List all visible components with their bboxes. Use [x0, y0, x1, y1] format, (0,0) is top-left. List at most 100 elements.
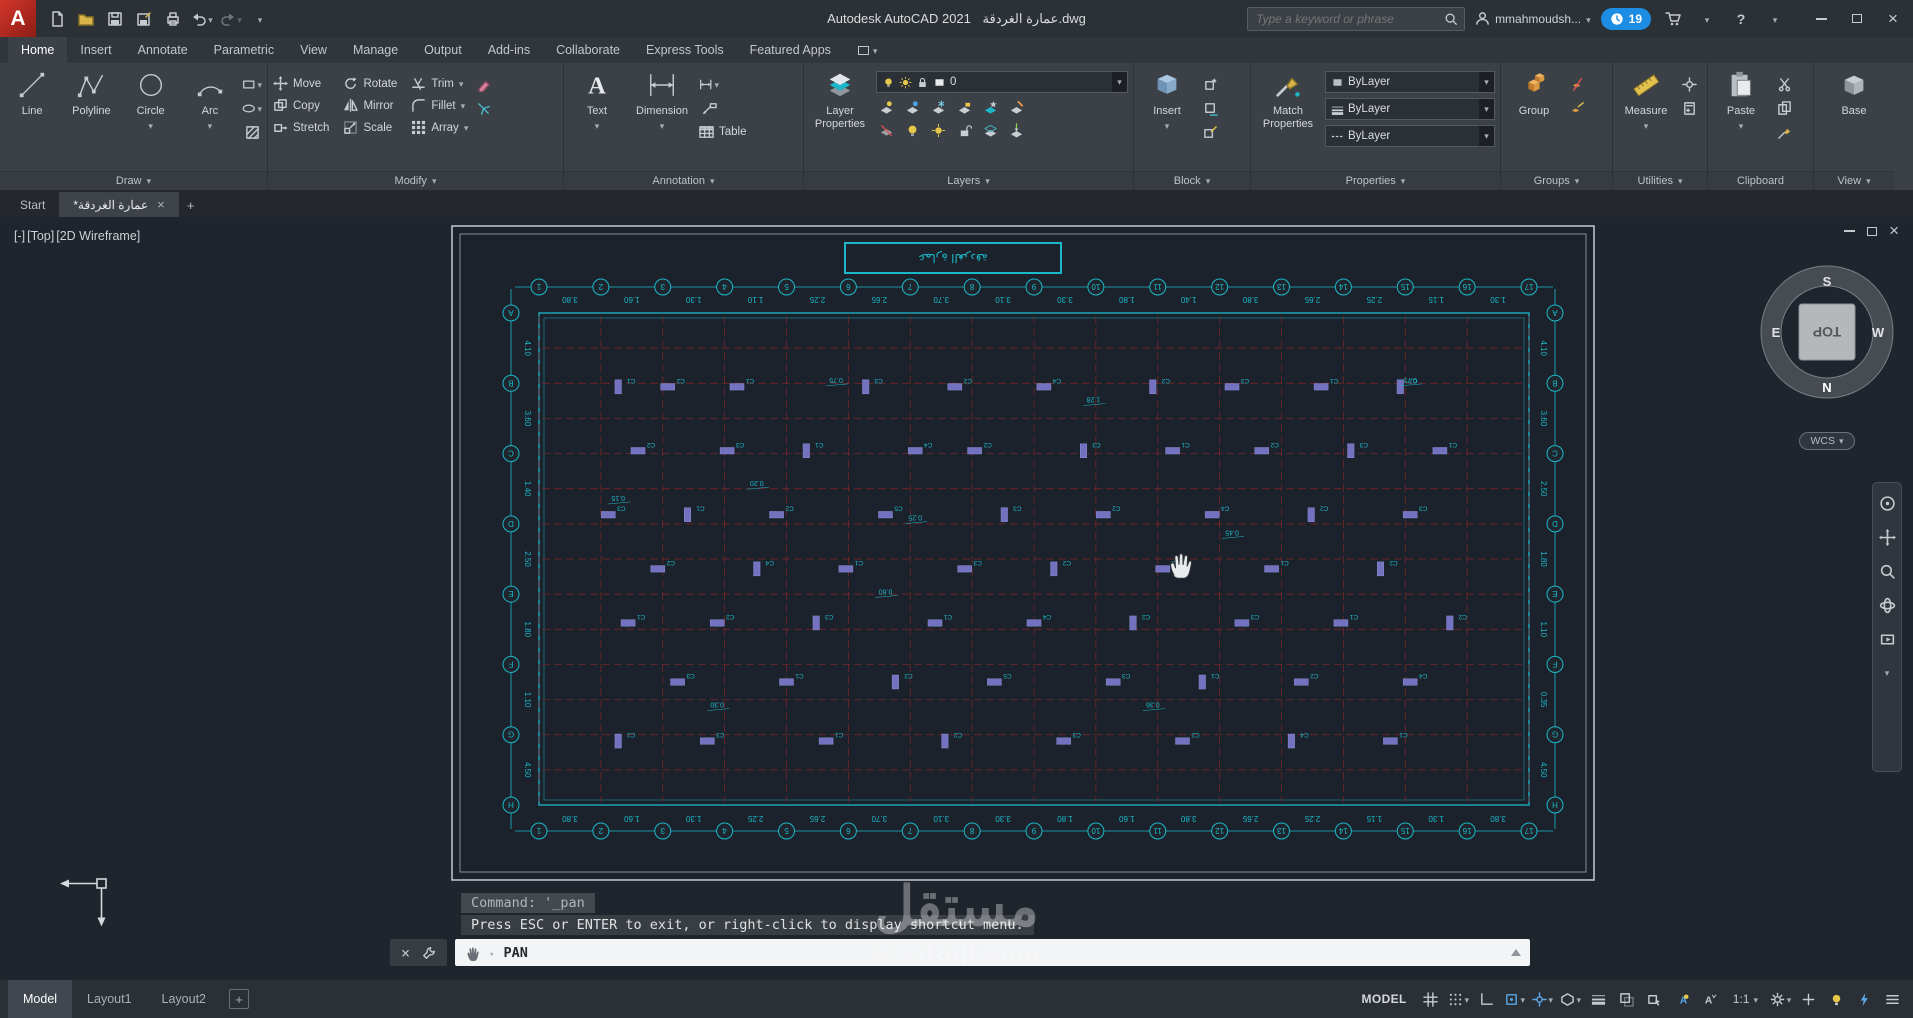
layer-on-icon[interactable]	[902, 121, 922, 139]
visual-style-control[interactable]: [2D Wireframe]	[56, 229, 140, 243]
lineweight-display-icon[interactable]	[1586, 986, 1611, 1013]
zoom-tool-icon[interactable]	[1879, 563, 1896, 580]
isodraft-icon[interactable]	[1558, 986, 1583, 1013]
copy-clip-icon[interactable]	[1774, 99, 1794, 117]
model-space-viewport[interactable]: [-] [Top] [2D Wireframe] عمارة الغردقة11…	[0, 217, 1913, 979]
layer-merge-icon[interactable]	[1006, 121, 1026, 139]
linear-dimension-tool[interactable]	[699, 75, 719, 93]
undo-button[interactable]	[189, 6, 215, 32]
selection-cycling-icon[interactable]	[1642, 986, 1667, 1013]
search-input[interactable]	[1254, 10, 1445, 27]
layer-lock-tool-icon[interactable]	[954, 98, 974, 116]
full-navigation-wheel-icon[interactable]	[1879, 495, 1896, 512]
navigation-bar[interactable]	[1872, 482, 1902, 772]
layer-isolate-icon[interactable]	[902, 98, 922, 116]
ribbon-tab-parametric[interactable]: Parametric	[201, 37, 287, 63]
panel-groups-footer[interactable]: Groups	[1501, 171, 1612, 190]
multileader-tool[interactable]	[699, 99, 719, 117]
trim-flyout-caret[interactable]	[459, 78, 464, 90]
space-indicator[interactable]: MODEL	[1361, 992, 1406, 1006]
redo-caret[interactable]	[237, 12, 242, 26]
insert-tool[interactable]: Insert	[1139, 67, 1195, 171]
layer-on-bulb-icon[interactable]	[882, 76, 895, 89]
viewcube-south[interactable]: S	[1823, 274, 1832, 289]
table-tool[interactable]: Table	[699, 123, 747, 141]
group-tool[interactable]: Group	[1506, 67, 1562, 171]
paste-tool[interactable]: Paste	[1713, 67, 1769, 171]
layer-thaw-icon[interactable]	[928, 121, 948, 139]
trial-timer-badge[interactable]: 19	[1600, 7, 1651, 30]
mirror-tool[interactable]: Mirror	[343, 98, 397, 113]
ribbon-tab-add-ins[interactable]: Add-ins	[475, 37, 543, 63]
autoscale-icon[interactable]: A	[1698, 986, 1723, 1013]
write-block-icon[interactable]	[1200, 99, 1220, 117]
color-dropdown-caret[interactable]	[1479, 72, 1494, 92]
copy-tool[interactable]: Copy	[273, 98, 329, 113]
panel-modify-footer[interactable]: Modify	[268, 171, 563, 190]
panel-utilities-footer[interactable]: Utilities	[1613, 171, 1707, 190]
maximize-button[interactable]	[1839, 0, 1875, 37]
arc-tool[interactable]: Arc	[183, 67, 237, 171]
ellipse-tool[interactable]	[242, 99, 262, 117]
autocad-logo[interactable]: A	[0, 0, 36, 37]
cart-icon[interactable]	[1661, 7, 1685, 31]
paste-flyout-caret[interactable]	[1739, 120, 1744, 132]
viewcube[interactable]: S W N E TOP WCS	[1752, 257, 1902, 450]
workspace-gear-icon[interactable]	[1768, 986, 1793, 1013]
drawing-restore-icon[interactable]	[1867, 226, 1878, 236]
rectangle-tool[interactable]	[242, 75, 262, 93]
help-caret[interactable]	[1763, 7, 1787, 31]
new-drawing-tab-button[interactable]	[179, 193, 203, 217]
dimension-flyout-caret[interactable]	[660, 120, 665, 132]
lineweight-control[interactable]: ByLayer	[1325, 98, 1495, 120]
trim-tool[interactable]: Trim	[411, 76, 468, 91]
drawing-canvas[interactable]: عمارة الغردقة112233445566778899101011111…	[451, 225, 1595, 881]
command-close-icon[interactable]	[401, 944, 410, 962]
ribbon-tab-express-tools[interactable]: Express Tools	[633, 37, 737, 63]
polyline-tool[interactable]: Polyline	[64, 67, 118, 171]
help-search[interactable]	[1247, 6, 1466, 31]
dimension-tool[interactable]: Dimension	[630, 67, 694, 171]
undo-caret[interactable]	[208, 12, 213, 26]
open-button[interactable]	[73, 6, 99, 32]
object-color-control[interactable]: ByLayer	[1325, 71, 1495, 93]
command-input-bar[interactable]: PAN	[455, 939, 1530, 966]
array-tool[interactable]: Array	[411, 120, 468, 135]
grid-icon[interactable]	[1418, 986, 1443, 1013]
viewcube-west[interactable]: W	[1872, 325, 1885, 340]
cut-icon[interactable]	[1774, 75, 1794, 93]
explode-icon[interactable]	[473, 99, 493, 117]
drawing-minimize-icon[interactable]	[1844, 230, 1856, 232]
annotation-scale-control[interactable]: 1:1	[1726, 986, 1765, 1013]
layer-off-icon[interactable]	[876, 98, 896, 116]
signed-in-user[interactable]: mmahmoudsh...	[1475, 11, 1591, 26]
array-flyout-caret[interactable]	[464, 122, 469, 134]
drawing-close-icon[interactable]	[1889, 221, 1899, 241]
block-editor-icon[interactable]	[1200, 123, 1220, 141]
layer-dropdown-caret[interactable]	[1112, 72, 1127, 92]
annotation-monitor-icon[interactable]	[1796, 986, 1821, 1013]
stretch-tool[interactable]: Stretch	[273, 120, 329, 135]
layout-tab-layout2[interactable]: Layout2	[147, 980, 221, 1018]
insert-flyout-caret[interactable]	[1165, 120, 1170, 132]
annotation-visibility-icon[interactable]: A	[1670, 986, 1695, 1013]
create-block-icon[interactable]	[1200, 75, 1220, 93]
help-icon[interactable]	[1729, 7, 1753, 31]
ribbon-tab-insert[interactable]: Insert	[67, 37, 124, 63]
notifications-caret[interactable]	[1695, 7, 1719, 31]
panel-clipboard-footer[interactable]: Clipboard	[1708, 171, 1813, 190]
layout-tab-model[interactable]: Model	[8, 980, 73, 1018]
lineweight-dropdown-caret[interactable]	[1479, 99, 1494, 119]
close-button[interactable]	[1875, 0, 1911, 37]
base-tool[interactable]: Base	[1826, 67, 1882, 171]
ribbon-display-toggle[interactable]	[848, 37, 888, 63]
layer-sun-icon[interactable]	[899, 76, 912, 89]
quick-calc-icon[interactable]	[1679, 99, 1699, 117]
plot-button[interactable]	[160, 6, 186, 32]
ungroup-icon[interactable]	[1567, 75, 1587, 93]
move-tool[interactable]: Move	[273, 76, 329, 91]
text-flyout-caret[interactable]	[595, 120, 600, 132]
layer-lock-icon[interactable]	[916, 76, 929, 89]
user-menu-caret[interactable]	[1586, 12, 1591, 26]
snap-tracking-icon[interactable]	[1530, 986, 1555, 1013]
